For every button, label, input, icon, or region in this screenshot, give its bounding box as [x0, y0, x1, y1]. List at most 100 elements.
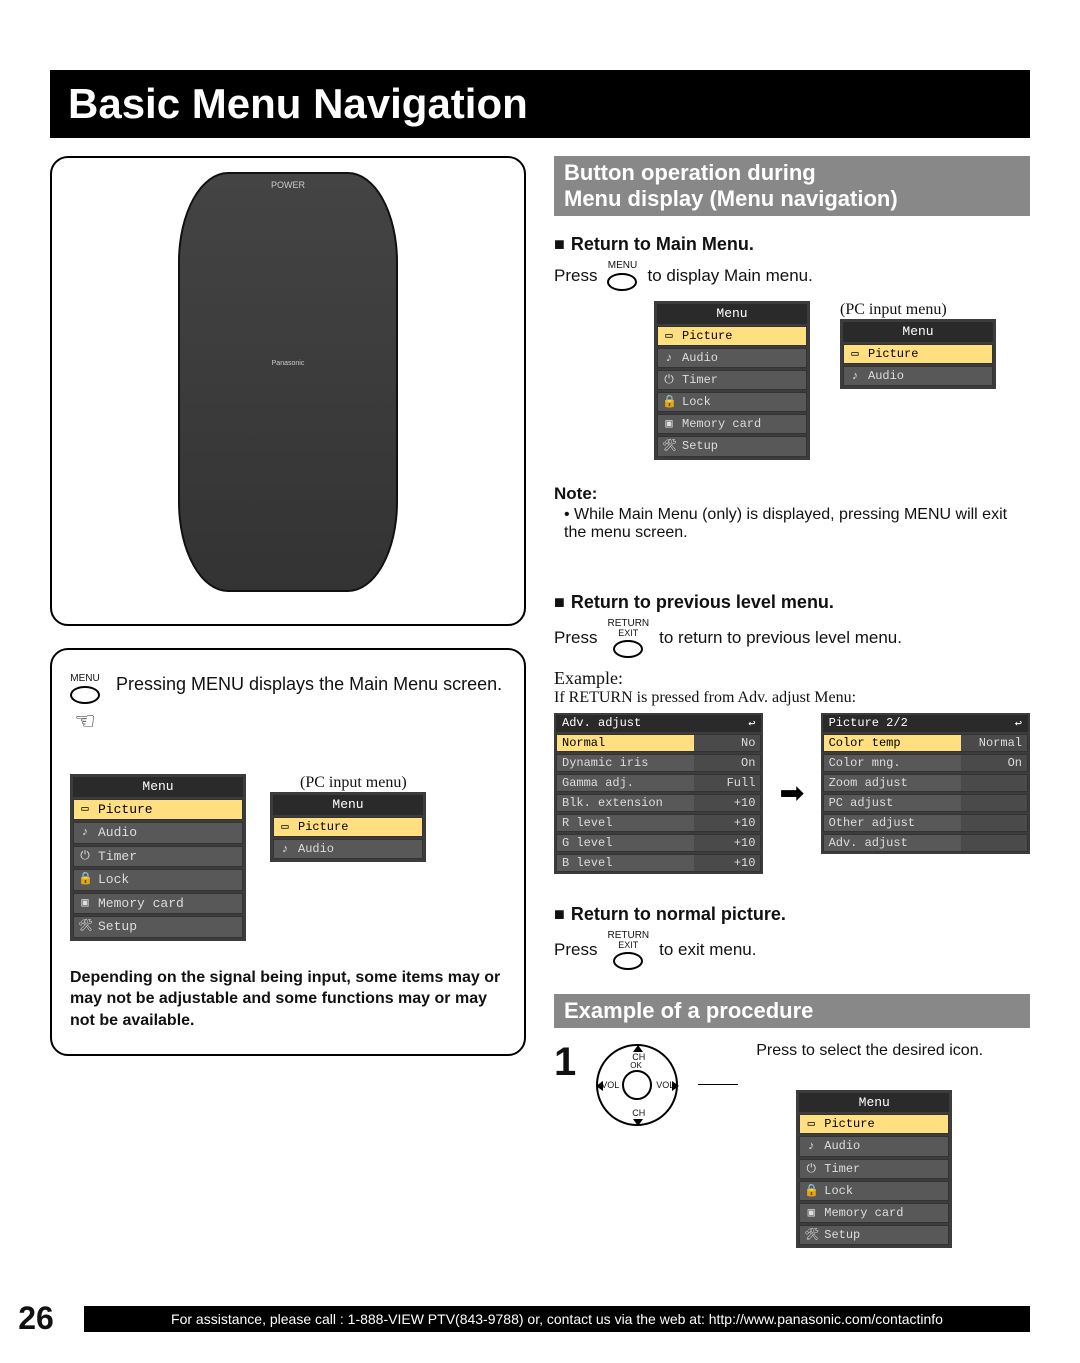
picture-2-menu: Picture 2/2↩ Color tempNormal Color mng.On… [821, 713, 1030, 854]
kvmenu-title: Adv. adjust↩ [556, 715, 761, 732]
osd-main-menu: Menu▭Picture♪Audio⏻Timer🔒Lock▣Memory car… [70, 774, 246, 941]
right-heading-line1: Button operation during [564, 160, 816, 185]
remote-brand: Panasonic [180, 360, 396, 367]
osd-item-icon: ♪ [78, 824, 92, 838]
osd-item-icon: ▭ [662, 328, 676, 342]
kvmenu-title: Picture 2/2↩ [823, 715, 1028, 732]
procedure-heading: Example of a procedure [554, 994, 1030, 1028]
osd-item: 🔒Lock [799, 1181, 949, 1201]
page-title: Basic Menu Navigation [50, 70, 1030, 138]
osd-item: 🛠Setup [799, 1225, 949, 1245]
osd-item: ▣Memory card [799, 1203, 949, 1223]
osd-item-icon: ▣ [804, 1205, 818, 1219]
exit-label-2: EXIT [618, 941, 638, 950]
osd-item: ▭Picture [73, 799, 243, 821]
example-label: Example: [554, 668, 1030, 689]
kvmenu-row: Dynamic irisOn [556, 754, 761, 772]
osd-item-icon: ▭ [848, 346, 862, 360]
osd-item: ♪Audio [73, 822, 243, 844]
page-number: 26 [0, 1300, 72, 1337]
osd-item: ▭Picture [273, 817, 423, 837]
dpad-diagram: CH CH VOL VOL OK [594, 1042, 680, 1128]
osd-item: ⏻Timer [799, 1159, 949, 1179]
osd-item: ▣Memory card [73, 893, 243, 915]
kvmenu-row: Other adjust [823, 814, 1028, 832]
osd-item: ▭Picture [657, 326, 807, 346]
osd-main-menu-step: Menu▭Picture♪Audio⏻Timer🔒Lock▣Memory car… [796, 1090, 952, 1249]
menu-hint-panel: MENU ☜ Pressing MENU displays the Main M… [50, 648, 526, 1056]
osd-item: ♪Audio [799, 1136, 949, 1156]
sec3-title-text: Return to normal picture. [571, 904, 786, 925]
kvmenu-row: Zoom adjust [823, 774, 1028, 792]
press-label-2: Press [554, 628, 597, 648]
right-heading: Button operation during Menu display (Me… [554, 156, 1030, 216]
note-body: • While Main Menu (only) is displayed, p… [564, 506, 1030, 542]
kvmenu-row: G level+10 [556, 834, 761, 852]
osd-item-icon: ♪ [804, 1138, 818, 1152]
osd-item-icon: 🛠 [662, 438, 676, 452]
osd-item-icon: ⏻ [78, 848, 92, 862]
sec1-text: to display Main menu. [647, 266, 812, 286]
menu-hint-text: Pressing MENU displays the Main Menu scr… [116, 674, 502, 695]
sec2-title-text: Return to previous level menu. [571, 592, 834, 613]
hand-icon: ☜ [74, 710, 96, 734]
osd-item: ▣Memory card [657, 414, 807, 434]
menu-button-icon: MENU [607, 261, 637, 291]
sec2-text: to return to previous level menu. [659, 628, 902, 648]
adv-adjust-menu: Adv. adjust↩NormalNoDynamic irisOnGamma … [554, 713, 763, 874]
kvmenu-row: R level+10 [556, 814, 761, 832]
osd-item: ⏻Timer [73, 846, 243, 868]
osd-item-icon: ⏻ [804, 1161, 818, 1175]
left-column: POWER Panasonic MENU ☜ Pressing MENU dis… [50, 156, 526, 1248]
osd-item: 🔒Lock [657, 392, 807, 412]
kvmenu-row: B level+10 [556, 854, 761, 872]
arrow-right-icon: ➡ [773, 776, 810, 811]
kvmenu-row: Color mng.On [823, 754, 1028, 772]
osd-item-icon: 🛠 [804, 1227, 818, 1241]
osd-item: ▭Picture [843, 344, 993, 364]
osd-main-menu-small: Menu▭Picture♪Audio⏻Timer🔒Lock▣Memory car… [654, 301, 810, 460]
osd-item-icon: 🔒 [78, 871, 92, 885]
note-title: Note: [554, 484, 1030, 504]
return-icon: ↩ [748, 716, 755, 731]
sec1-title-text: Return to Main Menu. [571, 234, 754, 255]
osd-item-icon: 🔒 [804, 1183, 818, 1197]
osd-pc-menu-small: Menu▭Picture♪Audio [840, 319, 996, 389]
dpad-left-label: VOL [601, 1080, 619, 1090]
return-exit-button-icon: RETURN EXIT [607, 619, 649, 658]
osd-title: Menu [73, 777, 243, 797]
sec1-title: Return to Main Menu. [554, 234, 1030, 255]
osd-item: 🛠Setup [73, 916, 243, 938]
press-label-3: Press [554, 940, 597, 960]
note-body-text: While Main Menu (only) is displayed, pre… [564, 506, 1007, 541]
osd-item-icon: 🛠 [78, 918, 92, 932]
osd-title: Menu [799, 1093, 949, 1113]
remote-panel: POWER Panasonic [50, 156, 526, 626]
menu-button-label: MENU [70, 674, 99, 684]
kvmenu-row: Color tempNormal [823, 734, 1028, 752]
step1-text: Press to select the desired icon. [756, 1042, 983, 1060]
osd-item-icon: ▭ [804, 1116, 818, 1130]
remote-power-label: POWER [180, 180, 396, 190]
pc-input-caption-r: (PC input menu) [840, 301, 996, 319]
kvmenu-row: NormalNo [556, 734, 761, 752]
osd-item-icon: ♪ [848, 368, 862, 382]
example-desc: If RETURN is pressed from Adv. adjust Me… [554, 689, 1030, 707]
exit-label: EXIT [618, 629, 638, 638]
return-exit-button-icon: RETURN EXIT [607, 931, 649, 970]
manual-page: Basic Menu Navigation POWER Panasonic ME… [0, 0, 1080, 1363]
right-column: Button operation during Menu display (Me… [554, 156, 1030, 1248]
osd-item-icon: ▭ [78, 801, 92, 815]
osd-item-icon: 🔒 [662, 394, 676, 408]
osd-item-icon: ▭ [278, 819, 292, 833]
menu-button-icon: MENU ☜ [70, 674, 100, 734]
osd-item: 🔒Lock [73, 869, 243, 891]
osd-item-icon: ▣ [78, 895, 92, 909]
osd-title: Menu [273, 795, 423, 815]
remote-illustration: POWER Panasonic [178, 172, 398, 592]
osd-item: 🛠Setup [657, 436, 807, 456]
return-icon: ↩ [1015, 716, 1022, 731]
osd-title: Menu [843, 322, 993, 342]
osd-item-icon: ♪ [278, 841, 292, 855]
footer-text: For assistance, please call : 1-888-VIEW… [84, 1306, 1030, 1332]
